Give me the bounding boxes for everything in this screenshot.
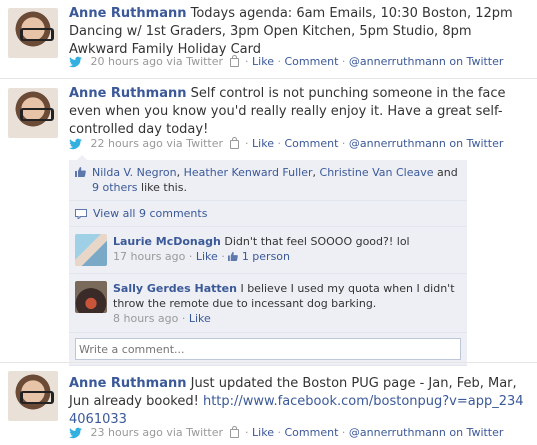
- author-avatar[interactable]: [8, 371, 58, 421]
- comment-bubble-icon: [75, 209, 87, 219]
- source-link[interactable]: @annerruthmann on Twitter: [349, 137, 504, 150]
- comment-item: Sally Gerdes Hatten I believe I used my …: [69, 274, 467, 333]
- story-meta: 22 hours ago via Twitter · Like · Commen…: [69, 136, 504, 150]
- story-divider: [0, 78, 537, 79]
- lock-icon: [229, 54, 239, 67]
- source-link[interactable]: @annerruthmann on Twitter: [349, 55, 504, 68]
- like-link[interactable]: Like: [252, 55, 274, 68]
- commenter-avatar[interactable]: [75, 281, 107, 313]
- twitter-bird-icon: [69, 138, 82, 150]
- comment-text: Didn't that feel SOOOO good?! lol: [224, 235, 410, 248]
- others-likers-link[interactable]: 9 others: [92, 181, 138, 194]
- story-message: Anne Ruthmann Self control is not punchi…: [69, 85, 529, 139]
- liker-link[interactable]: Heather Kenward Fuller: [184, 166, 313, 179]
- lock-icon: [229, 136, 239, 149]
- comment-link[interactable]: Comment: [284, 426, 338, 439]
- twitter-bird-icon: [69, 427, 82, 439]
- story-time[interactable]: 22 hours ago via Twitter: [91, 137, 224, 150]
- comment-time: 8 hours ago: [113, 312, 179, 325]
- liker-link[interactable]: Christine Van Cleave: [320, 166, 434, 179]
- author-name[interactable]: Anne Ruthmann: [69, 376, 186, 391]
- feed-story: Anne Ruthmann Just updated the Boston PU…: [0, 366, 537, 445]
- author-avatar[interactable]: [8, 88, 58, 138]
- thumbs-up-icon: [228, 251, 239, 261]
- like-link[interactable]: Like: [252, 426, 274, 439]
- author-name[interactable]: Anne Ruthmann: [69, 6, 186, 21]
- story-meta: 20 hours ago via Twitter · Like · Commen…: [69, 54, 504, 68]
- author-name[interactable]: Anne Ruthmann: [69, 86, 186, 101]
- thumbs-up-icon: [75, 167, 86, 177]
- comment-likes-count[interactable]: 1 person: [242, 250, 290, 263]
- story-time[interactable]: 20 hours ago via Twitter: [91, 55, 224, 68]
- twitter-bird-icon: [69, 56, 82, 68]
- commenter-name[interactable]: Laurie McDonagh: [113, 235, 221, 248]
- story-time[interactable]: 23 hours ago via Twitter: [91, 426, 224, 439]
- comment-like-link[interactable]: Like: [196, 250, 218, 263]
- lock-icon: [229, 425, 239, 438]
- view-all-comments[interactable]: View all 9 comments: [69, 201, 467, 227]
- story-message: Anne Ruthmann Todays agenda: 6am Emails,…: [69, 5, 529, 59]
- likes-sentence: Nilda V. Negron, Heather Kenward Fuller,…: [69, 160, 467, 201]
- view-all-comments-link[interactable]: View all 9 comments: [93, 207, 207, 220]
- story-message: Anne Ruthmann Just updated the Boston PU…: [69, 375, 529, 429]
- commenter-name[interactable]: Sally Gerdes Hatten: [113, 282, 237, 295]
- comment-link[interactable]: Comment: [284, 137, 338, 150]
- liker-link[interactable]: Nilda V. Negron: [92, 166, 177, 179]
- feed-story: Anne Ruthmann Todays agenda: 6am Emails,…: [0, 0, 537, 79]
- feed-story: Anne Ruthmann Self control is not punchi…: [0, 80, 537, 366]
- comment-link[interactable]: Comment: [284, 55, 338, 68]
- comment-time: 17 hours ago: [113, 250, 186, 263]
- likes-suffix: like this.: [141, 181, 187, 194]
- like-link[interactable]: Like: [252, 137, 274, 150]
- comment-like-link[interactable]: Like: [189, 312, 211, 325]
- author-avatar[interactable]: [8, 8, 58, 58]
- comment-input[interactable]: [75, 338, 461, 360]
- feedback-box: Nilda V. Negron, Heather Kenward Fuller,…: [69, 155, 467, 366]
- commenter-avatar[interactable]: [75, 234, 107, 266]
- story-divider: [0, 362, 537, 363]
- story-meta: 23 hours ago via Twitter · Like · Commen…: [69, 425, 504, 439]
- source-link[interactable]: @annerruthmann on Twitter: [349, 426, 504, 439]
- comment-item: Laurie McDonagh Didn't that feel SOOOO g…: [69, 227, 467, 274]
